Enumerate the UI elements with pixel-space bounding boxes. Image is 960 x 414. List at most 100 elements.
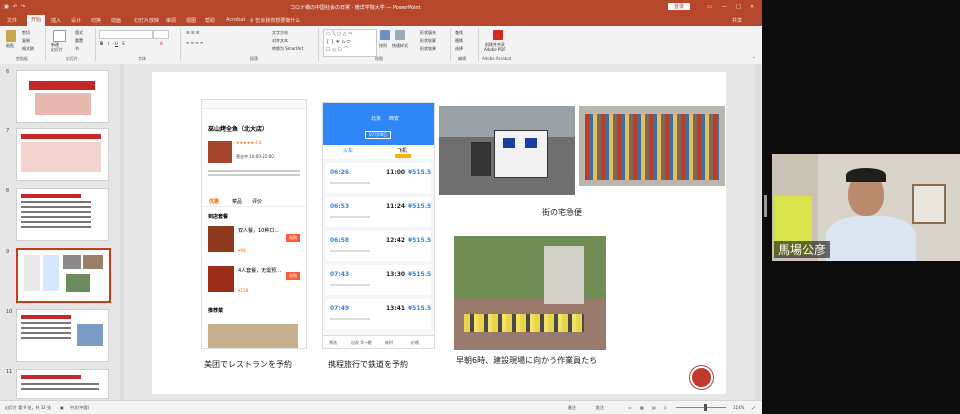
quick-styles-button[interactable]: 快速样式	[392, 43, 408, 49]
share-button[interactable]: 共享	[732, 17, 742, 24]
slide-thumbnail-9[interactable]	[16, 248, 111, 303]
slide-thumbnail-10[interactable]	[16, 309, 109, 362]
save-icon[interactable]: ▣	[4, 4, 9, 10]
current-slide[interactable]: 巫山烤全鱼（北大店） ★★★★★ 4.6 营业中 10:00-22:00 优惠 …	[152, 72, 726, 394]
sorter-view-icon[interactable]: ▦	[640, 405, 644, 410]
group-drawing: 绘图	[375, 56, 383, 61]
close-icon[interactable]: ✕	[750, 4, 754, 10]
caption-meituan: 美团でレストランを予約	[204, 360, 292, 369]
slide-thumbnail-11[interactable]	[16, 369, 109, 399]
language-status[interactable]: 中文(中国)	[70, 405, 89, 411]
sort-duration-tab: 耗时	[385, 340, 393, 345]
thumb-number: 6	[6, 69, 10, 75]
smartart-button[interactable]: 转换为 SmartArt	[272, 46, 303, 52]
align-text-button[interactable]: 对齐文本	[272, 38, 288, 44]
arrange-icon[interactable]	[380, 30, 390, 40]
paste-icon[interactable]	[6, 30, 16, 42]
caption-delivery: 街の宅急便	[542, 208, 582, 217]
font-size-select[interactable]	[153, 30, 169, 39]
tab-review[interactable]: 审阅	[166, 17, 176, 24]
redo-icon[interactable]: ↷	[21, 4, 25, 10]
format-painter-button[interactable]: 格式刷	[22, 46, 34, 52]
slide-thumbnail-6[interactable]	[16, 70, 109, 123]
minimize-icon[interactable]: —	[722, 4, 727, 10]
undo-icon[interactable]: ↶	[13, 4, 17, 10]
filter-tab: 筛选	[329, 340, 337, 345]
tab-dishes: 菜品	[232, 199, 243, 205]
arrival-time: 13:41	[386, 305, 406, 312]
slide-thumbnail-8[interactable]	[16, 188, 109, 241]
group-font: 字体	[138, 56, 146, 61]
tab-insert[interactable]: 插入	[51, 17, 61, 24]
reset-button[interactable]: 重置	[75, 38, 83, 44]
font-color-button[interactable]: A	[160, 41, 163, 46]
ribbon: 粘贴 剪切 复制 格式刷 剪贴板 新建 幻灯片 版式 重置 节 幻灯片 B I …	[0, 26, 762, 65]
shape-outline-button[interactable]: 形状轮廓	[420, 38, 436, 44]
login-button[interactable]: 登录	[668, 3, 691, 10]
date-select: 07月08日	[365, 131, 392, 139]
slide-scrollbar[interactable]	[755, 64, 761, 400]
tab-design[interactable]: 设计	[71, 17, 81, 24]
group-editing: 编辑	[458, 56, 466, 61]
ribbon-display-icon[interactable]: ▭	[707, 4, 712, 10]
quick-styles-icon[interactable]	[395, 30, 405, 40]
bold-button[interactable]: B	[100, 41, 103, 46]
group-clipboard: 剪贴板	[16, 56, 28, 61]
tab-file[interactable]: 文件	[7, 17, 17, 24]
adobe-pdf-icon[interactable]	[493, 30, 503, 40]
bullets-button[interactable]: ☰ ☰ ☰	[186, 30, 199, 35]
deal1-title: 双人餐，10种口…	[238, 228, 280, 234]
tab-home[interactable]: 开始	[27, 15, 46, 26]
reading-view-icon[interactable]: ▤	[652, 405, 656, 410]
paste-button[interactable]: 粘贴	[6, 43, 14, 49]
arrange-button[interactable]: 排列	[379, 43, 387, 49]
shapes-gallery[interactable]: ▭ ╲ ○ △ ⇨{ } ★ ⌂ ⬭ ☐ ◇ ⬠ ⌒	[323, 29, 377, 57]
thumb-number: 8	[6, 188, 10, 194]
tab-view[interactable]: 视图	[186, 17, 196, 24]
copy-button[interactable]: 复制	[22, 38, 30, 44]
delivery-photo-parcels	[579, 106, 725, 186]
shape-effects-button[interactable]: 形状效果	[420, 46, 436, 52]
find-button[interactable]: 查找	[455, 30, 463, 36]
tab-animations[interactable]: 动画	[111, 17, 121, 24]
tab-transitions[interactable]: 切换	[91, 17, 101, 24]
tab-acrobat[interactable]: Acrobat	[226, 17, 245, 23]
shape-fill-button[interactable]: 形状填充	[420, 30, 436, 36]
comments-button[interactable]: 批注	[596, 405, 604, 411]
tab-help[interactable]: 帮助	[205, 17, 215, 24]
collapse-ribbon-icon[interactable]: ⌃	[752, 56, 755, 61]
route-from: 北京	[371, 116, 382, 122]
workers-photo	[454, 236, 606, 350]
normal-view-icon[interactable]: ▭	[628, 405, 632, 410]
cut-button[interactable]: 剪切	[22, 30, 30, 36]
zoom-slider[interactable]	[676, 407, 726, 408]
create-pdf-button[interactable]: 创建并共享 Adobe PDF	[484, 42, 506, 52]
panel-splitter[interactable]	[764, 195, 767, 217]
section-button[interactable]: 节	[75, 46, 79, 52]
spellcheck-icon[interactable]: ▣	[60, 405, 64, 410]
italic-button[interactable]: I	[108, 41, 109, 46]
select-button[interactable]: 选择	[455, 46, 463, 52]
tell-me-search[interactable]: ♀ 告诉我你想要做什么	[250, 17, 300, 24]
maximize-icon[interactable]: □	[736, 4, 741, 10]
thumbnail-scrollbar[interactable]	[120, 64, 124, 400]
layout-button[interactable]: 版式	[75, 30, 83, 36]
slide-thumbnail-7[interactable]	[16, 128, 109, 181]
slideshow-view-icon[interactable]: ▷	[664, 405, 667, 410]
zoom-slider-thumb[interactable]	[704, 404, 707, 411]
text-direction-button[interactable]: 文字方向	[272, 30, 288, 36]
shadow-button[interactable]: S	[122, 41, 125, 46]
shop-name: 巫山烤全鱼（北大店）	[208, 126, 269, 133]
replace-button[interactable]: 替换	[455, 38, 463, 44]
tab-slideshow[interactable]: 幻灯片放映	[134, 17, 159, 24]
thumb-number: 7	[6, 128, 10, 134]
align-buttons[interactable]: ≡ ≡ ≡ ≡	[186, 40, 203, 45]
zoom-level[interactable]: 114%	[733, 405, 744, 410]
font-name-select[interactable]	[99, 30, 153, 39]
notes-button[interactable]: 备注	[568, 405, 576, 411]
deal1-photo	[208, 226, 234, 252]
underline-button[interactable]: U	[115, 41, 118, 46]
fit-slide-icon[interactable]: ⤢	[752, 405, 755, 410]
new-slide-icon[interactable]	[53, 30, 66, 42]
new-slide-button[interactable]: 新建 幻灯片	[51, 42, 63, 52]
